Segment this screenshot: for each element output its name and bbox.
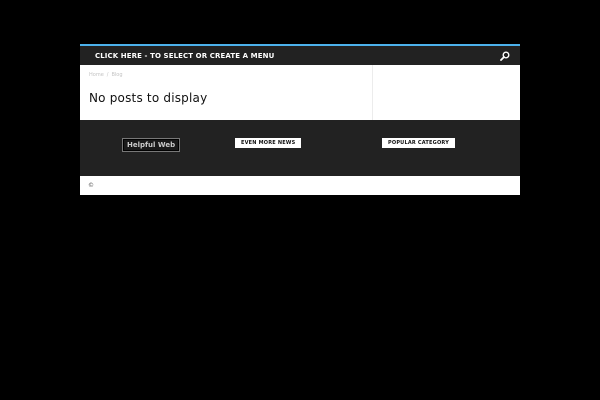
breadcrumb: Home / Blog	[89, 72, 363, 78]
breadcrumb-home[interactable]: Home	[89, 72, 104, 78]
breadcrumb-separator: /	[106, 72, 109, 78]
footer-logo[interactable]: Helpful Web	[123, 139, 180, 151]
sidebar	[373, 65, 520, 120]
search-icon	[500, 51, 510, 61]
footer: Helpful Web EVEN MORE NEWS POPULAR CATEG…	[80, 120, 520, 176]
search-button[interactable]	[498, 49, 512, 63]
create-menu-link[interactable]: CLICK HERE - TO SELECT OR CREATE A MENU	[95, 52, 274, 60]
main-column: Home / Blog No posts to display	[80, 65, 373, 120]
page-title: No posts to display	[89, 91, 208, 105]
top-menu-bar: CLICK HERE - TO SELECT OR CREATE A MENU	[80, 46, 520, 65]
content-area: Home / Blog No posts to display	[80, 65, 520, 120]
sub-footer: ©	[80, 176, 520, 195]
breadcrumb-blog[interactable]: Blog	[111, 72, 122, 78]
footer-block-title-category: POPULAR CATEGORY	[382, 138, 456, 148]
page-wrapper: CLICK HERE - TO SELECT OR CREATE A MENU …	[80, 44, 520, 195]
copyright-text: ©	[88, 182, 94, 189]
footer-block-title-news: EVEN MORE NEWS	[235, 138, 302, 148]
